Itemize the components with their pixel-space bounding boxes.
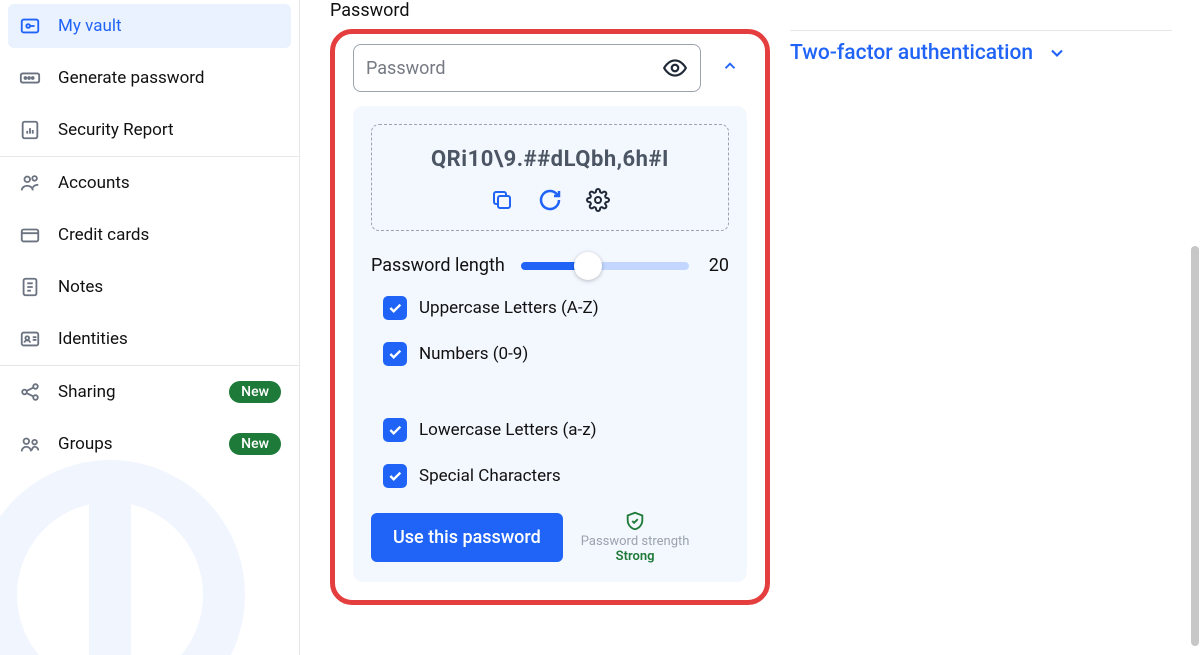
generated-password-box: QRi10\9.##dLQbh,6h#I (371, 124, 729, 231)
highlighted-generator-panel: QRi10\9.##dLQbh,6h#I (330, 29, 770, 605)
use-password-button[interactable]: Use this password (371, 513, 563, 562)
numbers-label: Numbers (0-9) (419, 344, 528, 364)
generated-password: QRi10\9.##dLQbh,6h#I (382, 147, 718, 172)
shield-check-icon (624, 510, 646, 532)
lowercase-checkbox[interactable] (383, 418, 407, 442)
numbers-checkbox[interactable] (383, 342, 407, 366)
check-icon (387, 300, 403, 316)
special-checkbox[interactable] (383, 464, 407, 488)
check-icon (387, 422, 403, 438)
refresh-icon (538, 188, 562, 212)
password-strength-indicator: Password strength Strong (581, 510, 690, 564)
regenerate-password-button[interactable] (538, 188, 562, 212)
sidebar-item-my-vault[interactable]: My vault (8, 4, 291, 48)
copy-icon (490, 188, 514, 212)
two-factor-label: Two-factor authentication (790, 41, 1033, 65)
identity-icon (18, 327, 42, 351)
sidebar-item-label: Accounts (58, 173, 130, 193)
password-field-label: Password (330, 0, 770, 21)
watermark-logo (0, 445, 260, 655)
sidebar-item-groups[interactable]: Groups New (0, 418, 299, 470)
notes-icon (18, 275, 42, 299)
sidebar-item-generate-password[interactable]: Generate password (0, 52, 299, 104)
generator-settings-button[interactable] (586, 188, 610, 212)
sidebar: My vault Generate password Security Repo… (0, 0, 300, 655)
check-icon (387, 346, 403, 362)
sidebar-item-accounts[interactable]: Accounts (0, 157, 299, 209)
sidebar-item-label: My vault (58, 16, 122, 36)
uppercase-label: Uppercase Letters (A-Z) (419, 298, 599, 318)
eye-icon (662, 55, 688, 81)
scrollbar-thumb[interactable] (1191, 246, 1199, 646)
password-input-wrapper[interactable] (353, 44, 701, 92)
sidebar-item-label: Notes (58, 277, 103, 297)
lowercase-label: Lowercase Letters (a-z) (419, 420, 597, 440)
chevron-down-icon (1047, 43, 1067, 63)
sidebar-item-label: Security Report (58, 120, 174, 140)
new-badge: New (229, 381, 281, 403)
groups-icon (18, 432, 42, 456)
slider-knob[interactable] (574, 252, 602, 280)
sidebar-item-sharing[interactable]: Sharing New (0, 366, 299, 418)
chevron-up-icon (721, 57, 739, 75)
password-input[interactable] (366, 58, 662, 79)
uppercase-checkbox[interactable] (383, 296, 407, 320)
report-icon (18, 118, 42, 142)
password-length-slider[interactable] (521, 262, 689, 270)
sidebar-item-security-report[interactable]: Security Report (0, 104, 299, 156)
sidebar-item-label: Identities (58, 329, 128, 349)
toggle-visibility-button[interactable] (662, 55, 688, 81)
copy-password-button[interactable] (490, 188, 514, 212)
password-field-icon (18, 66, 42, 90)
sidebar-item-label: Generate password (58, 68, 204, 88)
password-length-label: Password length (371, 255, 505, 276)
sidebar-item-notes[interactable]: Notes (0, 261, 299, 313)
collapse-generator-button[interactable] (713, 49, 747, 87)
strength-value: Strong (616, 549, 655, 564)
sidebar-item-label: Groups (58, 434, 113, 454)
two-factor-section-toggle[interactable]: Two-factor authentication (790, 30, 1172, 75)
main-content: Password QRi10\9.##dLQbh,6h#I (300, 0, 1202, 655)
check-icon (387, 468, 403, 484)
accounts-icon (18, 171, 42, 195)
sidebar-item-label: Credit cards (58, 225, 149, 245)
vault-icon (18, 14, 42, 38)
sidebar-item-identities[interactable]: Identities (0, 313, 299, 365)
special-label: Special Characters (419, 466, 561, 486)
new-badge: New (229, 433, 281, 455)
credit-card-icon (18, 223, 42, 247)
share-icon (18, 380, 42, 404)
gear-icon (586, 188, 610, 212)
sidebar-item-label: Sharing (58, 382, 116, 402)
password-length-value: 20 (705, 255, 729, 276)
sidebar-item-credit-cards[interactable]: Credit cards (0, 209, 299, 261)
strength-label: Password strength (581, 534, 690, 549)
